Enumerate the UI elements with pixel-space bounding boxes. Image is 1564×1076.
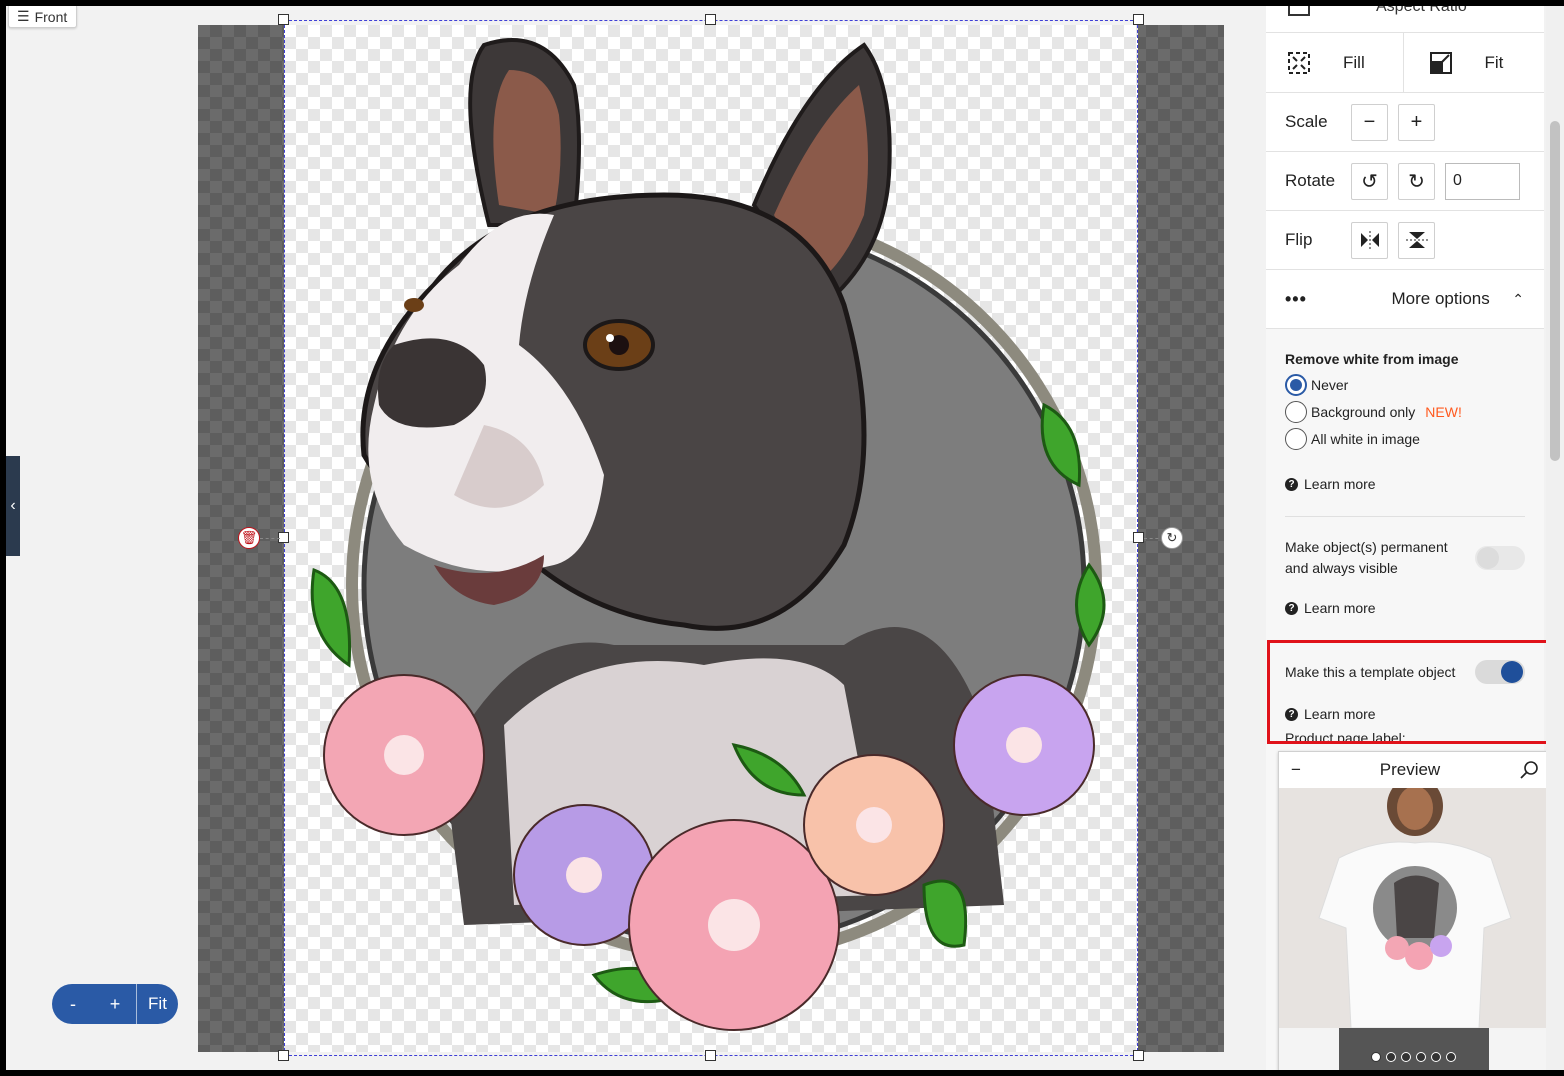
delete-handle-line bbox=[260, 538, 280, 539]
scale-down-button[interactable]: − bbox=[1351, 103, 1388, 141]
flip-row: Flip bbox=[1266, 211, 1544, 270]
rotate-handle-icon[interactable]: ↻ bbox=[1161, 527, 1183, 549]
fill-icon bbox=[1288, 51, 1310, 74]
resize-handle-right[interactable] bbox=[1133, 532, 1144, 543]
carousel-dot[interactable] bbox=[1446, 1052, 1456, 1062]
aspect-ratio-icon bbox=[1288, 6, 1310, 16]
radio-button-selected[interactable] bbox=[1285, 373, 1307, 396]
rotate-row: Rotate ↺ ↻ bbox=[1266, 152, 1544, 211]
scale-label: Scale bbox=[1285, 112, 1328, 131]
flip-vertical-icon bbox=[1405, 232, 1428, 248]
resize-handle-top[interactable] bbox=[705, 14, 716, 25]
fill-label: Fill bbox=[1343, 52, 1365, 72]
side-selector-tab[interactable]: ☰ Front bbox=[8, 6, 78, 28]
flip-horizontal-icon bbox=[1360, 231, 1379, 249]
resize-handle-bottom-left[interactable] bbox=[278, 1050, 289, 1061]
aspect-ratio-row[interactable]: Aspect Ratio bbox=[1266, 6, 1544, 33]
layers-icon: ☰ bbox=[17, 8, 30, 24]
flip-label: Flip bbox=[1285, 230, 1313, 249]
carousel-dot[interactable] bbox=[1371, 1052, 1381, 1062]
fit-icon bbox=[1429, 51, 1452, 74]
rotate-cw-icon: ↻ bbox=[1408, 170, 1425, 193]
delete-icon[interactable]: 🗑︎ bbox=[238, 527, 260, 549]
radio-label: Never bbox=[1311, 376, 1349, 393]
highlight-box bbox=[1267, 640, 1551, 744]
product-preview-image[interactable] bbox=[1279, 788, 1551, 1070]
chevron-up-icon: ⌃ bbox=[1512, 290, 1524, 307]
resize-handle-bottom[interactable] bbox=[705, 1050, 716, 1061]
plus-icon: + bbox=[1410, 110, 1423, 133]
zoom-in-button[interactable]: + bbox=[94, 984, 136, 1024]
new-badge: NEW! bbox=[1425, 403, 1462, 420]
minus-icon: − bbox=[1363, 110, 1376, 133]
selection-box bbox=[284, 20, 1138, 1056]
collapse-left-panel-button[interactable]: ‹ bbox=[6, 456, 20, 556]
learn-more-label: Learn more bbox=[1304, 476, 1376, 492]
radio-label: Background only bbox=[1311, 403, 1416, 420]
zoom-out-button[interactable]: - bbox=[52, 984, 94, 1024]
carousel-dot[interactable] bbox=[1401, 1052, 1411, 1062]
rotate-left-button[interactable]: ↺ bbox=[1351, 162, 1388, 200]
rotate-right-button[interactable]: ↻ bbox=[1398, 162, 1435, 200]
radio-never[interactable]: Never bbox=[1285, 371, 1525, 398]
permanent-toggle[interactable] bbox=[1475, 546, 1525, 570]
side-label: Front bbox=[34, 8, 68, 25]
flip-vertical-button[interactable] bbox=[1398, 221, 1435, 259]
rotate-ccw-icon: ↺ bbox=[1361, 170, 1378, 193]
radio-label: All white in image bbox=[1311, 430, 1420, 447]
scale-row: Scale − + bbox=[1266, 93, 1544, 152]
permanent-label: Make object(s) permanent and always visi… bbox=[1285, 539, 1448, 576]
chevron-left-icon: ‹ bbox=[10, 497, 16, 514]
fill-button[interactable]: Fill bbox=[1266, 33, 1404, 92]
scale-up-button[interactable]: + bbox=[1398, 103, 1435, 141]
resize-handle-bottom-right[interactable] bbox=[1133, 1050, 1144, 1061]
collapse-preview-button[interactable]: − bbox=[1291, 760, 1301, 780]
preview-panel: − Preview bbox=[1278, 751, 1552, 1070]
zoom-fit-button[interactable]: Fit bbox=[136, 984, 178, 1024]
preview-title: Preview bbox=[1379, 760, 1441, 779]
permanent-row: Make object(s) permanent and always visi… bbox=[1285, 537, 1525, 579]
radio-all-white[interactable]: All white in image bbox=[1285, 425, 1525, 452]
radio-background-only[interactable]: Background only NEW! bbox=[1285, 398, 1525, 425]
resize-handle-top-right[interactable] bbox=[1133, 14, 1144, 25]
tshirt-mockup bbox=[1279, 788, 1551, 1070]
remove-white-title: Remove white from image bbox=[1285, 351, 1459, 367]
help-icon: ? bbox=[1285, 477, 1298, 491]
search-icon[interactable] bbox=[1519, 760, 1539, 780]
zoom-controls: - + Fit bbox=[52, 984, 178, 1024]
learn-more-link[interactable]: ? Learn more bbox=[1285, 476, 1525, 492]
more-icon: ••• bbox=[1285, 288, 1307, 309]
help-icon: ? bbox=[1285, 601, 1298, 615]
preview-carousel-dots[interactable] bbox=[1371, 1052, 1456, 1062]
flip-horizontal-button[interactable] bbox=[1351, 221, 1388, 259]
radio-button[interactable] bbox=[1285, 427, 1307, 450]
aspect-ratio-label: Aspect Ratio bbox=[1376, 6, 1467, 15]
resize-handle-top-left[interactable] bbox=[278, 14, 289, 25]
fit-label: Fit bbox=[1484, 52, 1504, 72]
learn-more-label: Learn more bbox=[1304, 600, 1376, 616]
carousel-dot[interactable] bbox=[1431, 1052, 1441, 1062]
more-options-label: More options bbox=[1391, 289, 1490, 308]
more-options-toggle[interactable]: ••• More options ⌃ bbox=[1266, 270, 1544, 329]
rotate-angle-input[interactable] bbox=[1445, 162, 1520, 200]
learn-more-link[interactable]: ? Learn more bbox=[1285, 600, 1525, 616]
panel-scrollbar[interactable] bbox=[1546, 6, 1564, 1070]
design-tool: 🗑︎ ↻ ☰ Front ‹ - + Fit Aspect Ratio Fill… bbox=[0, 0, 1564, 1076]
rotate-label: Rotate bbox=[1285, 171, 1336, 190]
carousel-dot[interactable] bbox=[1386, 1052, 1396, 1062]
divider bbox=[1285, 516, 1525, 517]
fit-button[interactable]: Fit bbox=[1404, 33, 1545, 92]
radio-button[interactable] bbox=[1285, 400, 1307, 423]
carousel-dot[interactable] bbox=[1416, 1052, 1426, 1062]
